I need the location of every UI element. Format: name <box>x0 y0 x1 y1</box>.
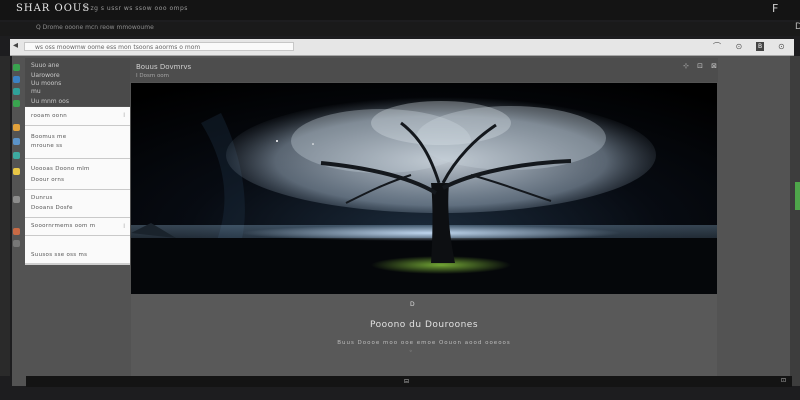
sidebar-header-line[interactable]: Uarowore <box>31 72 60 79</box>
scroll-accent[interactable] <box>795 182 800 210</box>
content-header <box>130 58 718 82</box>
app-icon-gray[interactable] <box>13 240 20 247</box>
tree-illustration <box>131 83 717 294</box>
list-item: rooam oonn <box>31 113 68 119</box>
status-right-icon[interactable]: ⊡ <box>781 377 786 384</box>
app-icon-orange[interactable] <box>13 124 20 131</box>
list-item: Suusos sse oss ms <box>31 252 88 258</box>
app-icon-green[interactable] <box>13 64 20 71</box>
list-item: Sooornrmems oom m <box>31 223 96 229</box>
list-item: Doour orns <box>31 177 65 183</box>
sidebar-group[interactable]: rooam oonn I <box>25 107 130 126</box>
caption-panel <box>131 294 717 376</box>
address-bar-icons[interactable]: ⌒ ⊙ ⊡ ⊙ <box>713 41 791 52</box>
list-item: Boomus me <box>31 134 67 140</box>
sidebar-header-line[interactable]: Uu mnm oos <box>31 98 69 105</box>
status-center-icon[interactable]: ⊟ <box>404 378 409 385</box>
toolbar-label[interactable]: Q Drome ooone mcn reow mmowoume <box>36 24 154 31</box>
sidebar-group[interactable]: Suusos sse oss ms <box>25 236 130 263</box>
group-marker: I <box>123 112 125 119</box>
sidebar-divider <box>25 263 130 265</box>
group-marker: I <box>123 223 125 230</box>
sidebar-list: rooam oonn I Boomus me mroune ss Uoooas … <box>25 107 130 263</box>
sidebar-group[interactable]: Uoooas Doono mlm Doour orns <box>25 159 130 190</box>
app-title: SHAR OOUS <box>16 3 91 14</box>
window-menu-icon[interactable]: F <box>772 2 778 15</box>
list-item: Dunrus <box>31 195 53 201</box>
app-icon-teal[interactable] <box>13 88 20 95</box>
app-icon-blue[interactable] <box>13 138 20 145</box>
url-input[interactable]: ws oss moowmw oome ess mon tsoons aoorms… <box>24 42 294 51</box>
list-item: mroune ss <box>31 143 63 149</box>
app-icon-gray[interactable] <box>13 196 20 203</box>
sidebar-group[interactable]: Dunrus Dooans Dosfe <box>25 190 130 218</box>
sidebar-group[interactable]: Boomus me mroune ss <box>25 126 130 159</box>
caption-dot-icon: ◦ <box>409 348 413 355</box>
app-icon-blue[interactable] <box>13 76 20 83</box>
app-icon-red[interactable] <box>13 228 20 235</box>
caption-title: Pooono du Douroones <box>369 320 479 330</box>
sidebar-header-line[interactable]: Uu moons <box>31 80 61 87</box>
app-icon-yellow[interactable] <box>13 168 20 175</box>
left-edge-strip <box>0 56 10 376</box>
sidebar-header-line[interactable]: Suuo ane <box>31 62 59 69</box>
hero-image <box>131 83 717 294</box>
content-title: Bouus Dovmrvs <box>136 63 192 71</box>
toolbar-end-icon[interactable]: D <box>795 22 800 32</box>
content-subtitle: I Dosm oom <box>136 73 170 79</box>
back-arrow-icon[interactable]: ◂ <box>13 40 18 51</box>
right-edge-strip <box>790 56 800 386</box>
sidebar-header: Suuo ane Uarowore Uu moons mu Uu mnm oos <box>25 58 130 106</box>
profile-badge[interactable]: B <box>756 42 764 51</box>
top-menu[interactable]: P zg s ussr ws ssow ooo omps <box>84 5 188 12</box>
sidebar-group[interactable]: Sooornrmems oom m I <box>25 218 130 236</box>
list-item: Uoooas Doono mlm <box>31 166 90 172</box>
caption-subtitle: Buus Doooe moo ooe emoe Oouon aood ooeoo… <box>337 340 511 346</box>
sidebar-header-line[interactable]: mu <box>31 88 41 95</box>
content-controls[interactable]: ⊹ ⊡ ⊠ <box>683 62 720 70</box>
app-icon-teal[interactable] <box>13 152 20 159</box>
app-icon-green[interactable] <box>13 100 20 107</box>
list-item: Dooans Dosfe <box>31 205 73 211</box>
caption-marker: D <box>410 301 415 308</box>
